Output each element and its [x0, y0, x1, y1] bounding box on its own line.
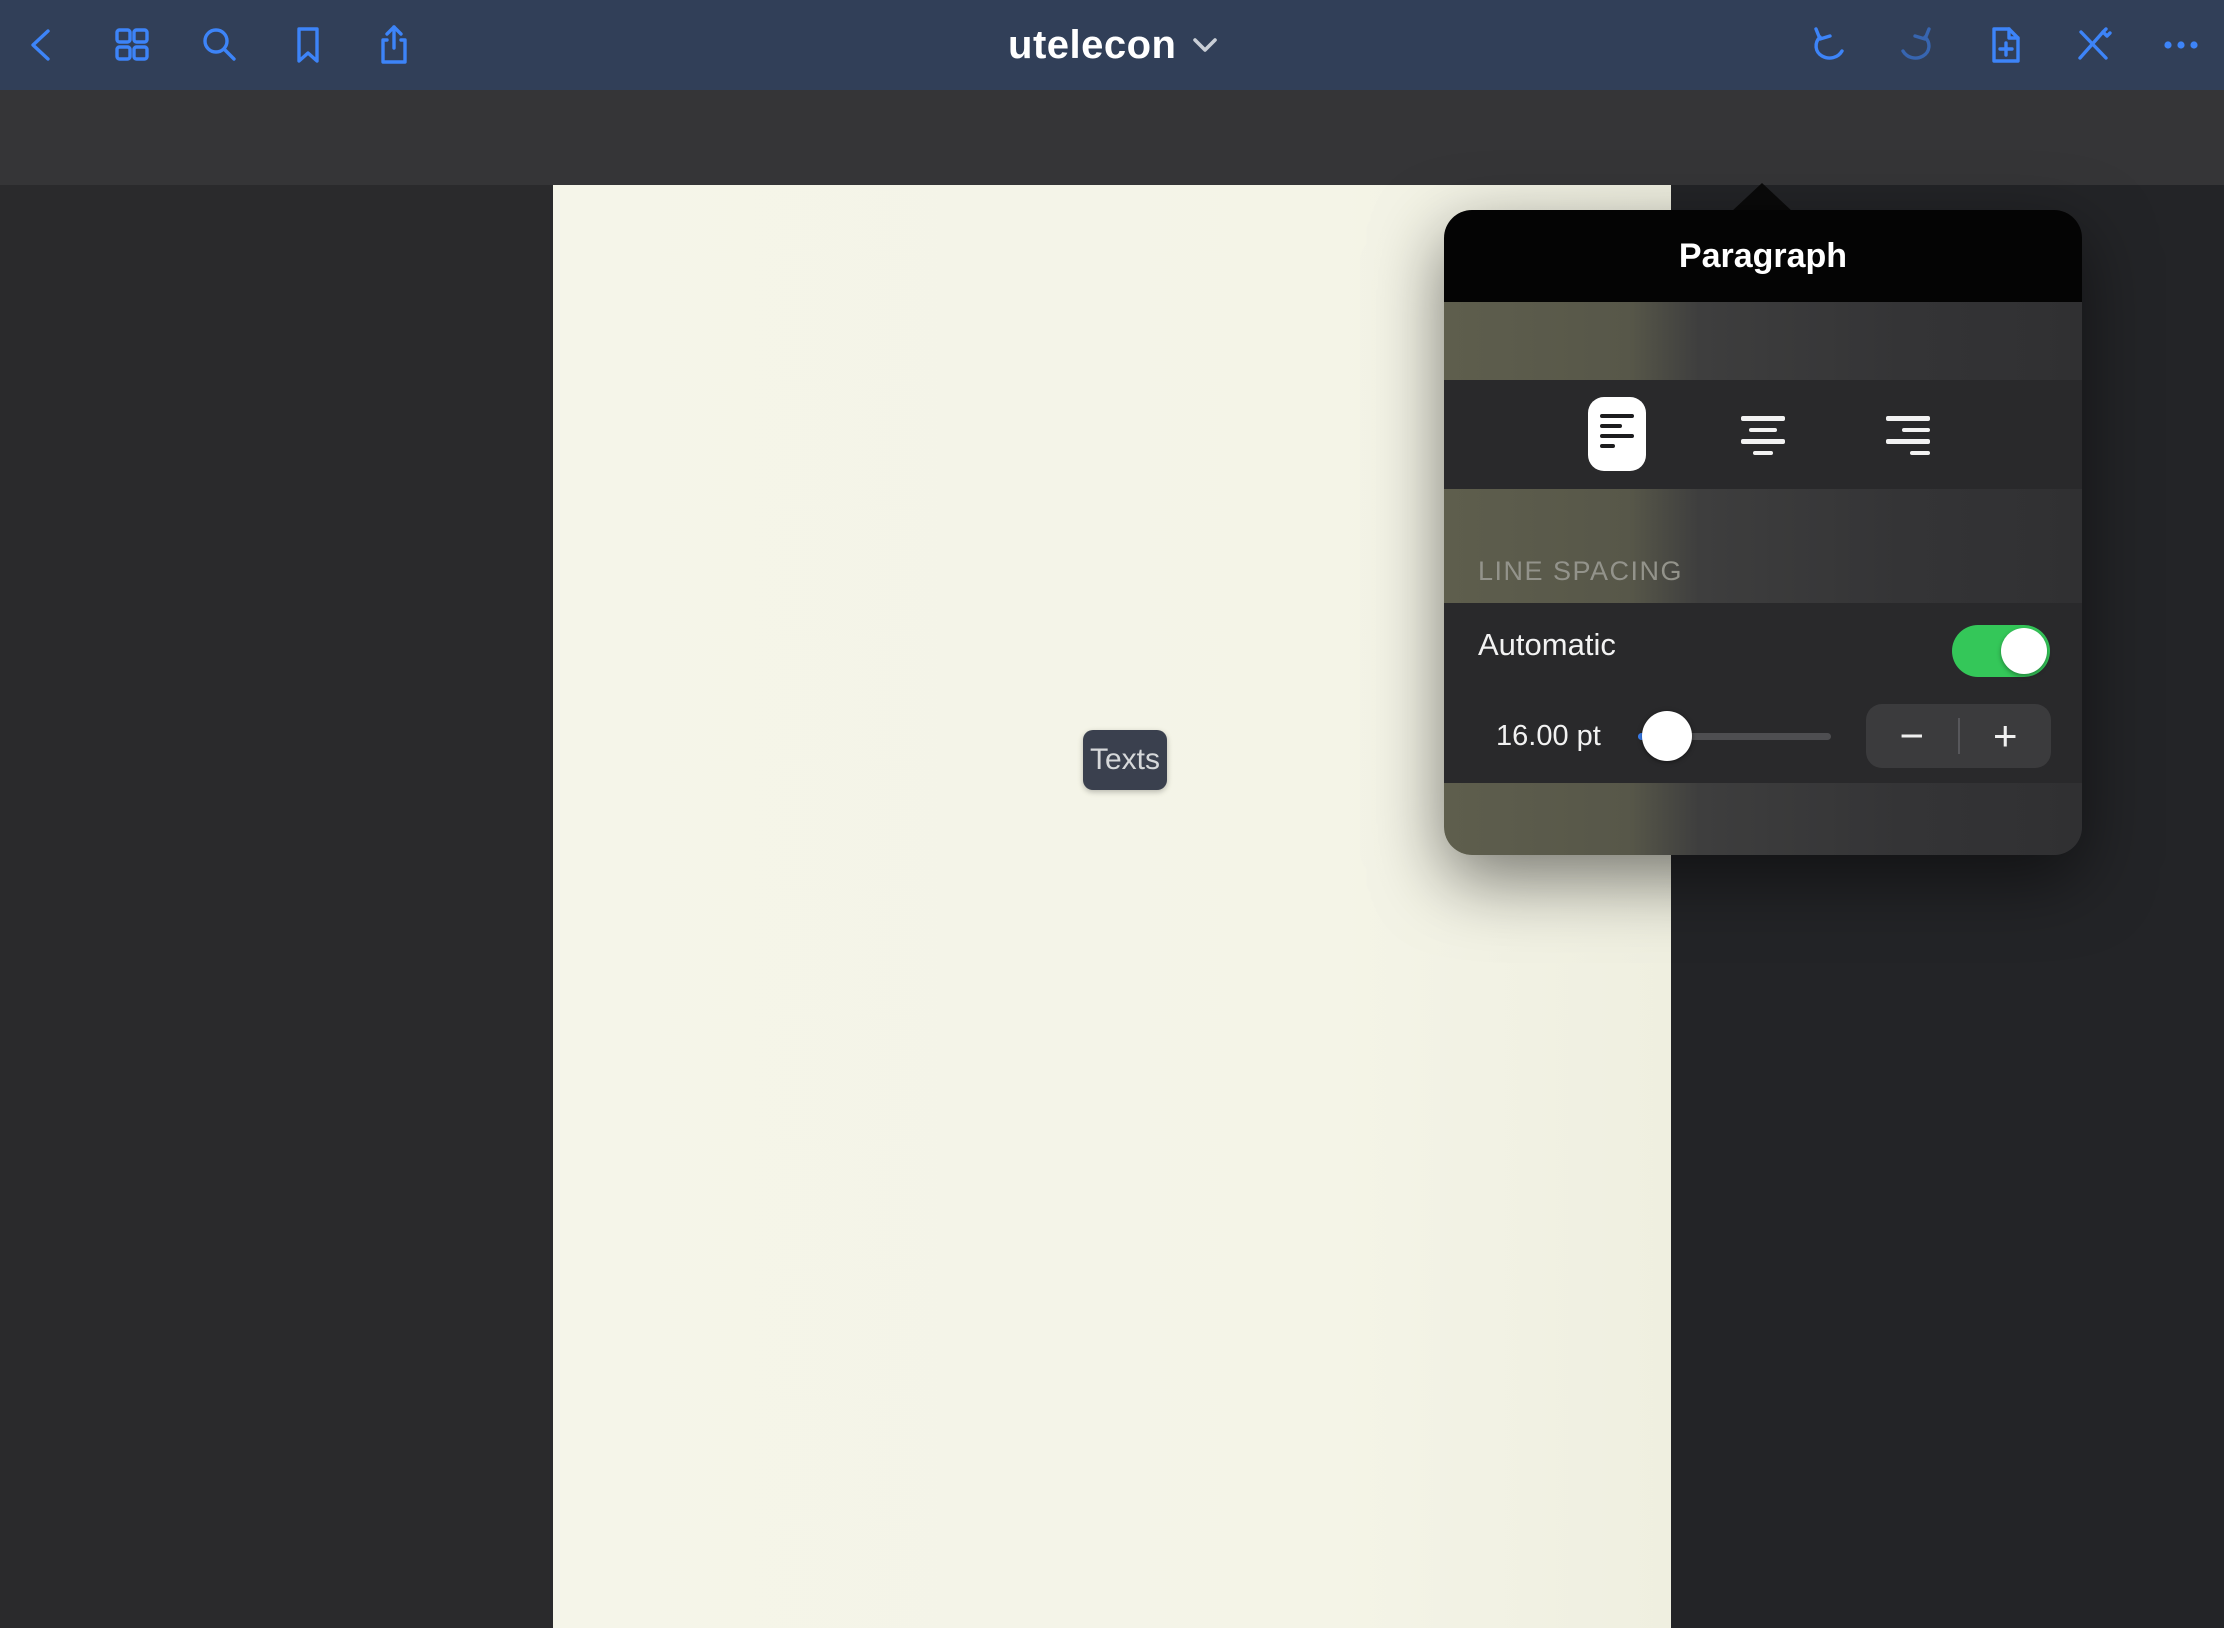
- search-button[interactable]: [196, 21, 244, 69]
- align-left-icon: [1600, 414, 1634, 454]
- document-title: utelecon: [1008, 23, 1176, 68]
- app-window: utelecon: [0, 0, 2224, 1628]
- automatic-toggle-on[interactable]: [1952, 625, 2050, 677]
- top-nav-bar: utelecon: [0, 0, 2224, 90]
- redo-button[interactable]: [1891, 21, 1939, 69]
- redo-icon: [1891, 21, 1939, 69]
- readonly-mode-button[interactable]: [2069, 21, 2117, 69]
- line-spacing-section: LINE SPACING: [1444, 489, 2082, 603]
- automatic-label: Automatic: [1478, 627, 1616, 663]
- align-center-button[interactable]: [1741, 416, 1785, 462]
- line-spacing-label: LINE SPACING: [1478, 556, 1683, 587]
- crossed-pen-icon: [2069, 21, 2117, 69]
- bookmark-icon: [284, 21, 332, 69]
- popover-footer: [1444, 783, 2082, 855]
- undo-icon: [1806, 21, 1854, 69]
- decrease-spacing-button[interactable]: −: [1866, 704, 1958, 768]
- ellipsis-icon: [2157, 21, 2205, 69]
- spacing-stepper: − +: [1866, 704, 2051, 768]
- align-center-icon: [1741, 416, 1785, 462]
- grid-icon: [108, 21, 156, 69]
- popover-header: Paragraph: [1444, 210, 2082, 302]
- popover-arrow: [1731, 183, 1793, 212]
- back-chevron-icon: [19, 21, 67, 69]
- add-page-icon: [1981, 21, 2029, 69]
- align-right-icon: [1886, 416, 1930, 462]
- alignment-row: [1444, 380, 2082, 489]
- popover-spacer: [1444, 302, 2082, 380]
- chevron-down-icon: [1193, 37, 1219, 53]
- undo-button[interactable]: [1806, 21, 1854, 69]
- thumbnails-button[interactable]: [108, 21, 156, 69]
- spacing-value: 16.00 pt: [1496, 720, 1601, 753]
- canvas-text-object[interactable]: Texts: [1083, 730, 1167, 790]
- align-left-button-selected[interactable]: [1588, 397, 1646, 471]
- spacing-slider-thumb[interactable]: [1642, 711, 1692, 761]
- share-button[interactable]: [370, 21, 418, 69]
- align-right-button[interactable]: [1886, 416, 1930, 462]
- share-icon: [370, 21, 418, 69]
- add-page-button[interactable]: [1981, 21, 2029, 69]
- toggle-knob: [2001, 628, 2047, 674]
- more-options-button[interactable]: [2157, 21, 2205, 69]
- popover-title: Paragraph: [1679, 237, 1847, 276]
- search-icon: [196, 21, 244, 69]
- line-spacing-controls: Automatic 16.00 pt − +: [1444, 603, 2082, 783]
- document-title-button[interactable]: utelecon: [1008, 0, 1218, 90]
- back-button[interactable]: [19, 21, 67, 69]
- paragraph-popover: Paragraph: [1444, 210, 2082, 855]
- increase-spacing-button[interactable]: +: [1960, 704, 2052, 768]
- editing-toolbar: a: [0, 90, 2224, 185]
- bookmark-button[interactable]: [284, 21, 332, 69]
- canvas-text-label: Texts: [1090, 743, 1160, 777]
